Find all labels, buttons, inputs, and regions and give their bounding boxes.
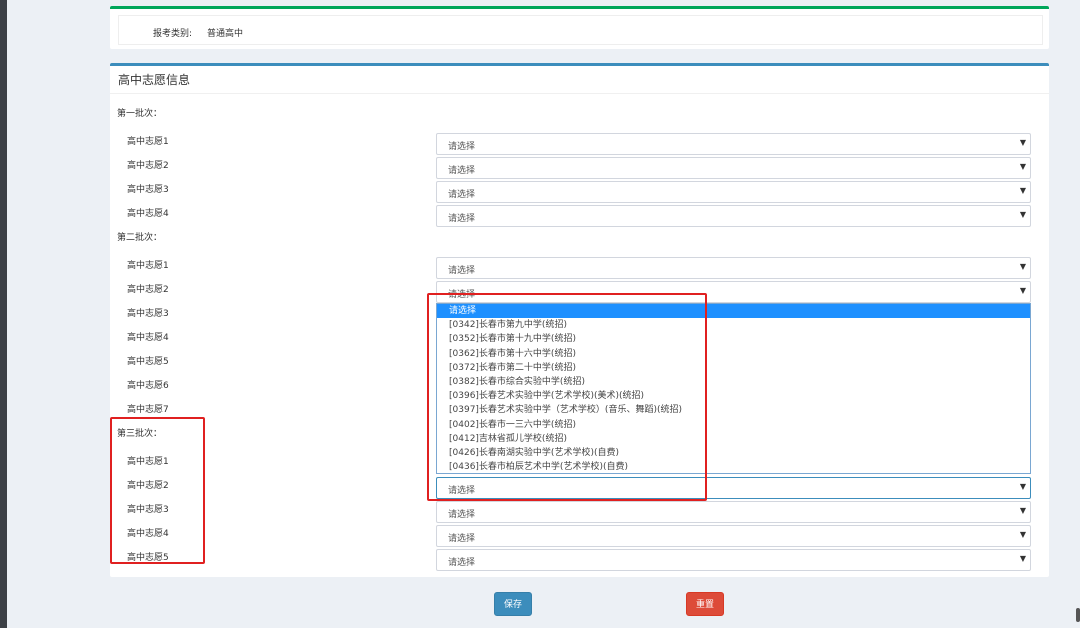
save-button[interactable]: 保存 <box>494 592 532 616</box>
dropdown-option[interactable]: [0362]长春市第十六中学(统招) <box>437 347 1030 361</box>
batch-2-wish-3-label: 高中志愿3 <box>127 309 169 319</box>
caret-down-icon: ▼ <box>1019 210 1026 219</box>
batch-3-wish-3-select[interactable]: 请选择 ▼ <box>436 549 1031 571</box>
batch-2-wish-6-label: 高中志愿6 <box>127 381 169 391</box>
caret-down-icon: ▼ <box>1019 554 1026 563</box>
select-value: 请选择 <box>448 290 476 300</box>
caret-down-icon: ▼ <box>1019 162 1026 171</box>
section-title: 高中志愿信息 <box>118 73 191 87</box>
caret-down-icon: ▼ <box>1019 186 1026 195</box>
batch-1-wish-1-label: 高中志愿1 <box>127 137 169 147</box>
select-value: 请选择 <box>448 558 476 568</box>
caret-down-icon: ▼ <box>1019 262 1026 271</box>
school-dropdown-list[interactable]: 请选择 [0342]长春市第九中学(统招) [0352]长春市第十九中学(统招)… <box>436 303 1031 474</box>
exam-type-row: 报考类别: 普通高中 <box>118 15 1043 45</box>
reset-button[interactable]: 重置 <box>686 592 724 616</box>
select-value: 请选择 <box>448 166 476 176</box>
dropdown-option[interactable]: [0352]长春市第十九中学(统招) <box>437 332 1030 346</box>
batch-3-label: 第三批次： <box>117 429 163 439</box>
batch-3-wish-2-label: 高中志愿2 <box>127 481 169 491</box>
batch-3-wish-2-select[interactable]: 请选择 ▼ <box>436 525 1031 547</box>
scrollbar-edge[interactable] <box>1076 608 1080 622</box>
batch-1-wish-2-select[interactable]: 请选择 ▼ <box>436 157 1031 179</box>
select-value: 请选择 <box>448 190 476 200</box>
batch-2-wish-2-select[interactable]: 请选择 ▼ <box>436 281 1031 303</box>
batch-1-wish-1-select[interactable]: 请选择 ▼ <box>436 133 1031 155</box>
dropdown-option[interactable]: 请选择 <box>437 304 1030 319</box>
dropdown-option[interactable]: [0342]长春市第九中学(统招) <box>437 318 1030 332</box>
dropdown-option[interactable]: [0436]长春市柏辰艺术中学(艺术学校)(自费) <box>437 460 1030 474</box>
batch-1-wish-4-label: 高中志愿4 <box>127 209 169 219</box>
batch-1-wish-2-label: 高中志愿2 <box>127 161 169 171</box>
dropdown-option[interactable]: [0426]长春南湖实验中学(艺术学校)(自费) <box>437 446 1030 460</box>
select-value: 请选择 <box>448 266 476 276</box>
batch-2-wish-2-label: 高中志愿2 <box>127 285 169 295</box>
batch-2-wish-5-label: 高中志愿5 <box>127 357 169 367</box>
exam-type-value: 普通高中 <box>207 29 244 39</box>
batch-2-wish-1-label: 高中志愿1 <box>127 261 169 271</box>
exam-type-panel: 报考类别: 普通高中 <box>110 6 1049 49</box>
batch-2-wish-7-label: 高中志愿7 <box>127 405 169 415</box>
dropdown-option[interactable]: [0412]吉林省孤儿学校(统招) <box>437 432 1030 446</box>
caret-down-icon: ▼ <box>1019 506 1026 515</box>
batch-1-wish-4-select[interactable]: 请选择 ▼ <box>436 205 1031 227</box>
select-value: 请选择 <box>448 142 476 152</box>
batch-1-wish-3-label: 高中志愿3 <box>127 185 169 195</box>
caret-down-icon: ▼ <box>1019 482 1026 491</box>
batch-1-label: 第一批次： <box>117 109 163 119</box>
batch-2-label: 第二批次： <box>117 233 163 243</box>
batch-2-wish-4-label: 高中志愿4 <box>127 333 169 343</box>
select-value: 请选择 <box>448 534 476 544</box>
caret-down-icon: ▼ <box>1019 530 1026 539</box>
batch-3-wish-1-select[interactable]: 请选择 ▼ <box>436 501 1031 523</box>
select-value: 请选择 <box>448 214 476 224</box>
batch-1-wish-3-select[interactable]: 请选择 ▼ <box>436 181 1031 203</box>
select-value: 请选择 <box>448 510 476 520</box>
batch-3-wish-4-label: 高中志愿4 <box>127 529 169 539</box>
dropdown-option[interactable]: [0397]长春艺术实验中学（艺术学校）(音乐、舞蹈)(统招) <box>437 403 1030 417</box>
divider <box>110 93 1049 94</box>
dropdown-option[interactable]: [0402]长春市一三六中学(统招) <box>437 418 1030 432</box>
caret-down-icon: ▼ <box>1019 138 1026 147</box>
select-value: 请选择 <box>448 486 476 496</box>
exam-type-label: 报考类别: <box>153 29 193 39</box>
batch-3-wish-5-label: 高中志愿5 <box>127 553 169 563</box>
sidebar-edge <box>0 0 7 628</box>
batch-3-wish-3-label: 高中志愿3 <box>127 505 169 515</box>
dropdown-option[interactable]: [0396]长春艺术实验中学(艺术学校)(美术)(统招) <box>437 389 1030 403</box>
batch-3-wish-1-label: 高中志愿1 <box>127 457 169 467</box>
batch-2-wish-1-select[interactable]: 请选择 ▼ <box>436 257 1031 279</box>
dropdown-option[interactable]: [0382]长春市综合实验中学(统招) <box>437 375 1030 389</box>
dropdown-option[interactable]: [0372]长春市第二十中学(统招) <box>437 361 1030 375</box>
caret-down-icon: ▼ <box>1019 286 1026 295</box>
batch-2-wish-7-select[interactable]: 请选择 ▼ <box>436 477 1031 499</box>
